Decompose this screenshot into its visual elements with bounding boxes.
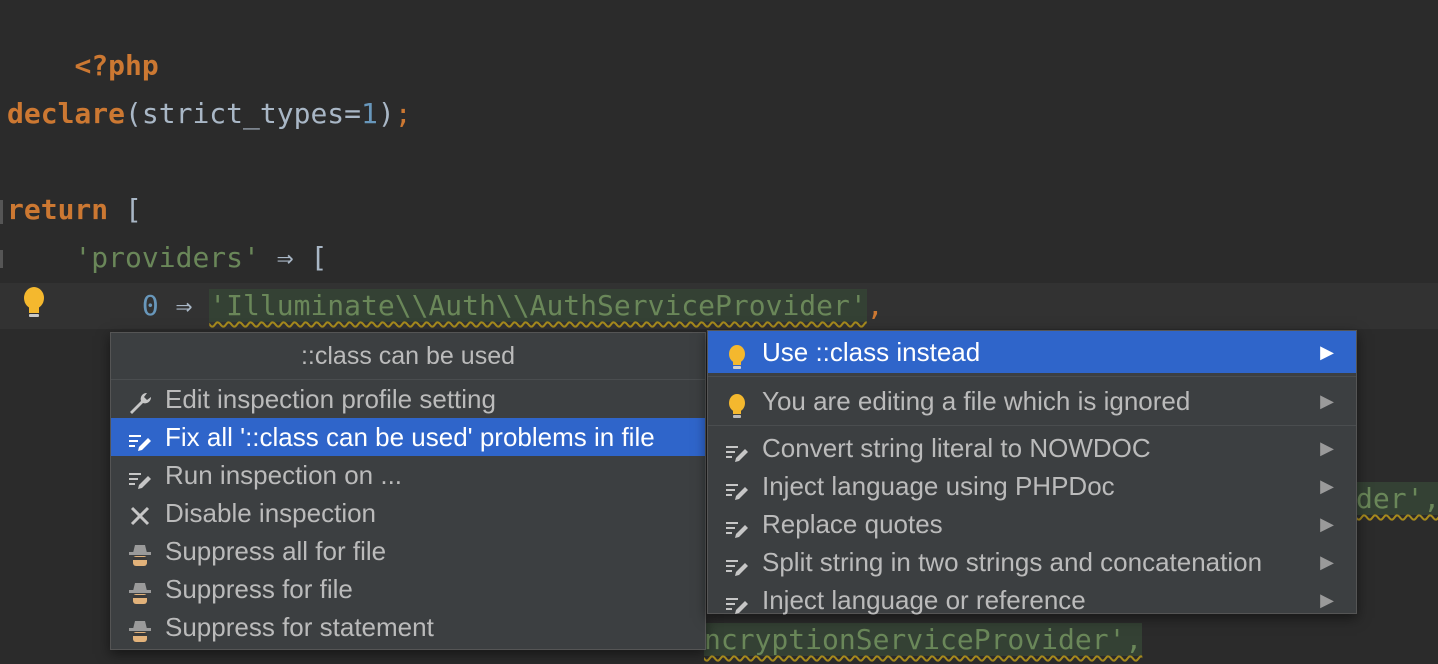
quickfix-icon xyxy=(724,512,750,538)
line-comma: , xyxy=(866,289,884,322)
declare-keyword: declare xyxy=(7,97,126,130)
quickfix-icon xyxy=(724,474,750,500)
menu-item-edit-inspection-profile[interactable]: Edit inspection profile setting xyxy=(111,380,705,418)
code-line-6: 'providers' ⇒ [ xyxy=(7,234,327,282)
lightbulb-icon xyxy=(724,340,750,369)
declare-close: ) xyxy=(377,97,395,130)
declare-args: (strict_types= xyxy=(125,97,362,130)
menu-item-label: Convert string literal to NOWDOC xyxy=(762,433,1151,463)
menu-item-suppress-for-file[interactable]: Suppress for file xyxy=(111,570,705,608)
quickfix-icon xyxy=(127,463,153,489)
provider-string-warning[interactable]: 'Illuminate\\Auth\\AuthServiceProvider' xyxy=(209,289,867,322)
suppress-icon xyxy=(127,615,153,642)
submenu-arrow-icon: ▶ xyxy=(1320,438,1334,458)
menu-item-suppress-for-statement[interactable]: Suppress for statement xyxy=(111,608,705,646)
menu-item-label: Run inspection on ... xyxy=(165,460,403,490)
quickfix-icon xyxy=(724,588,750,614)
declare-number: 1 xyxy=(361,97,378,130)
menu-item-use-class-instead[interactable]: Use ::class instead ▶ xyxy=(708,331,1356,373)
menu-item-suppress-all-for-file[interactable]: Suppress all for file xyxy=(111,532,705,570)
lightbulb-icon[interactable] xyxy=(20,286,48,320)
submenu-arrow-icon: ▶ xyxy=(1320,391,1334,411)
submenu-arrow-icon: ▶ xyxy=(1320,476,1334,496)
menu-item-label: Replace quotes xyxy=(762,509,943,539)
popup-title: ::class can be used xyxy=(111,333,705,380)
menu-item-editing-ignored-file[interactable]: You are editing a file which is ignored … xyxy=(708,380,1356,422)
menu-item-inject-language-phpdoc[interactable]: Inject language using PHPDoc ▶ xyxy=(708,467,1356,505)
menu-item-label: Inject language using PHPDoc xyxy=(762,471,1115,501)
menu-item-run-inspection[interactable]: Run inspection on ... xyxy=(111,456,705,494)
menu-item-label: Suppress for file xyxy=(165,574,353,604)
quickfix-icon xyxy=(724,550,750,576)
code-peek-right-text: der', xyxy=(1356,482,1438,515)
code-peek-right: der', xyxy=(1356,475,1438,523)
menu-item-label: Fix all '::class can be used' problems i… xyxy=(165,422,655,452)
lightbulb-icon xyxy=(724,389,750,418)
code-peek-bottom: ncryptionServiceProvider', xyxy=(704,616,1143,664)
code-line-3: declare(strict_types=1); xyxy=(7,90,412,138)
php-open-tag: <?php xyxy=(74,49,159,82)
menu-item-convert-to-nowdoc[interactable]: Convert string literal to NOWDOC ▶ xyxy=(708,429,1356,467)
fold-marker xyxy=(0,200,3,224)
submenu-arrow-icon: ▶ xyxy=(1320,552,1334,572)
array-arrow: ⇒ xyxy=(158,289,210,322)
quickfix-icon xyxy=(724,436,750,462)
menu-item-label: Suppress for statement xyxy=(165,612,434,642)
code-line-1: <?php xyxy=(7,0,158,82)
declare-semicolon: ; xyxy=(394,97,412,130)
return-keyword: return xyxy=(7,193,109,226)
menu-item-label: Use ::class instead xyxy=(762,337,981,367)
suppress-icon xyxy=(127,539,153,566)
code-line-7: 0 ⇒ 'Illuminate\\Auth\\AuthServiceProvid… xyxy=(7,282,884,330)
wrench-icon xyxy=(127,387,153,414)
menu-item-fix-all-problems[interactable]: Fix all '::class can be used' problems i… xyxy=(111,418,705,456)
intention-actions-popup: Use ::class instead ▶ You are editing a … xyxy=(707,330,1357,615)
menu-item-label: Suppress all for file xyxy=(165,536,387,566)
menu-item-replace-quotes[interactable]: Replace quotes ▶ xyxy=(708,505,1356,543)
inspection-options-popup: ::class can be used Edit inspection prof… xyxy=(110,332,706,650)
menu-item-label: You are editing a file which is ignored xyxy=(762,386,1191,416)
menu-item-split-string[interactable]: Split string in two strings and concaten… xyxy=(708,543,1356,581)
quickfix-icon xyxy=(127,425,153,451)
fold-marker xyxy=(0,250,3,268)
return-bracket: [ xyxy=(108,193,142,226)
providers-key: 'providers' xyxy=(74,241,260,274)
menu-item-label: Edit inspection profile setting xyxy=(165,384,496,414)
close-icon xyxy=(127,501,153,526)
menu-item-inject-language-reference[interactable]: Inject language or reference ▶ xyxy=(708,581,1356,619)
submenu-arrow-icon: ▶ xyxy=(1320,590,1334,610)
submenu-arrow-icon: ▶ xyxy=(1320,514,1334,534)
separator xyxy=(708,376,1356,377)
menu-item-label: Inject language or reference xyxy=(762,585,1086,615)
separator xyxy=(708,425,1356,426)
menu-item-disable-inspection[interactable]: Disable inspection xyxy=(111,494,705,532)
array-index: 0 xyxy=(141,289,159,322)
suppress-icon xyxy=(127,577,153,604)
providers-arrow: ⇒ [ xyxy=(259,241,328,274)
menu-item-label: Disable inspection xyxy=(165,498,377,528)
code-peek-bottom-text: ncryptionServiceProvider', xyxy=(704,623,1143,656)
menu-item-label: Split string in two strings and concaten… xyxy=(762,547,1263,577)
code-line-5: return [ xyxy=(7,186,142,234)
submenu-arrow-icon: ▶ xyxy=(1320,342,1334,362)
